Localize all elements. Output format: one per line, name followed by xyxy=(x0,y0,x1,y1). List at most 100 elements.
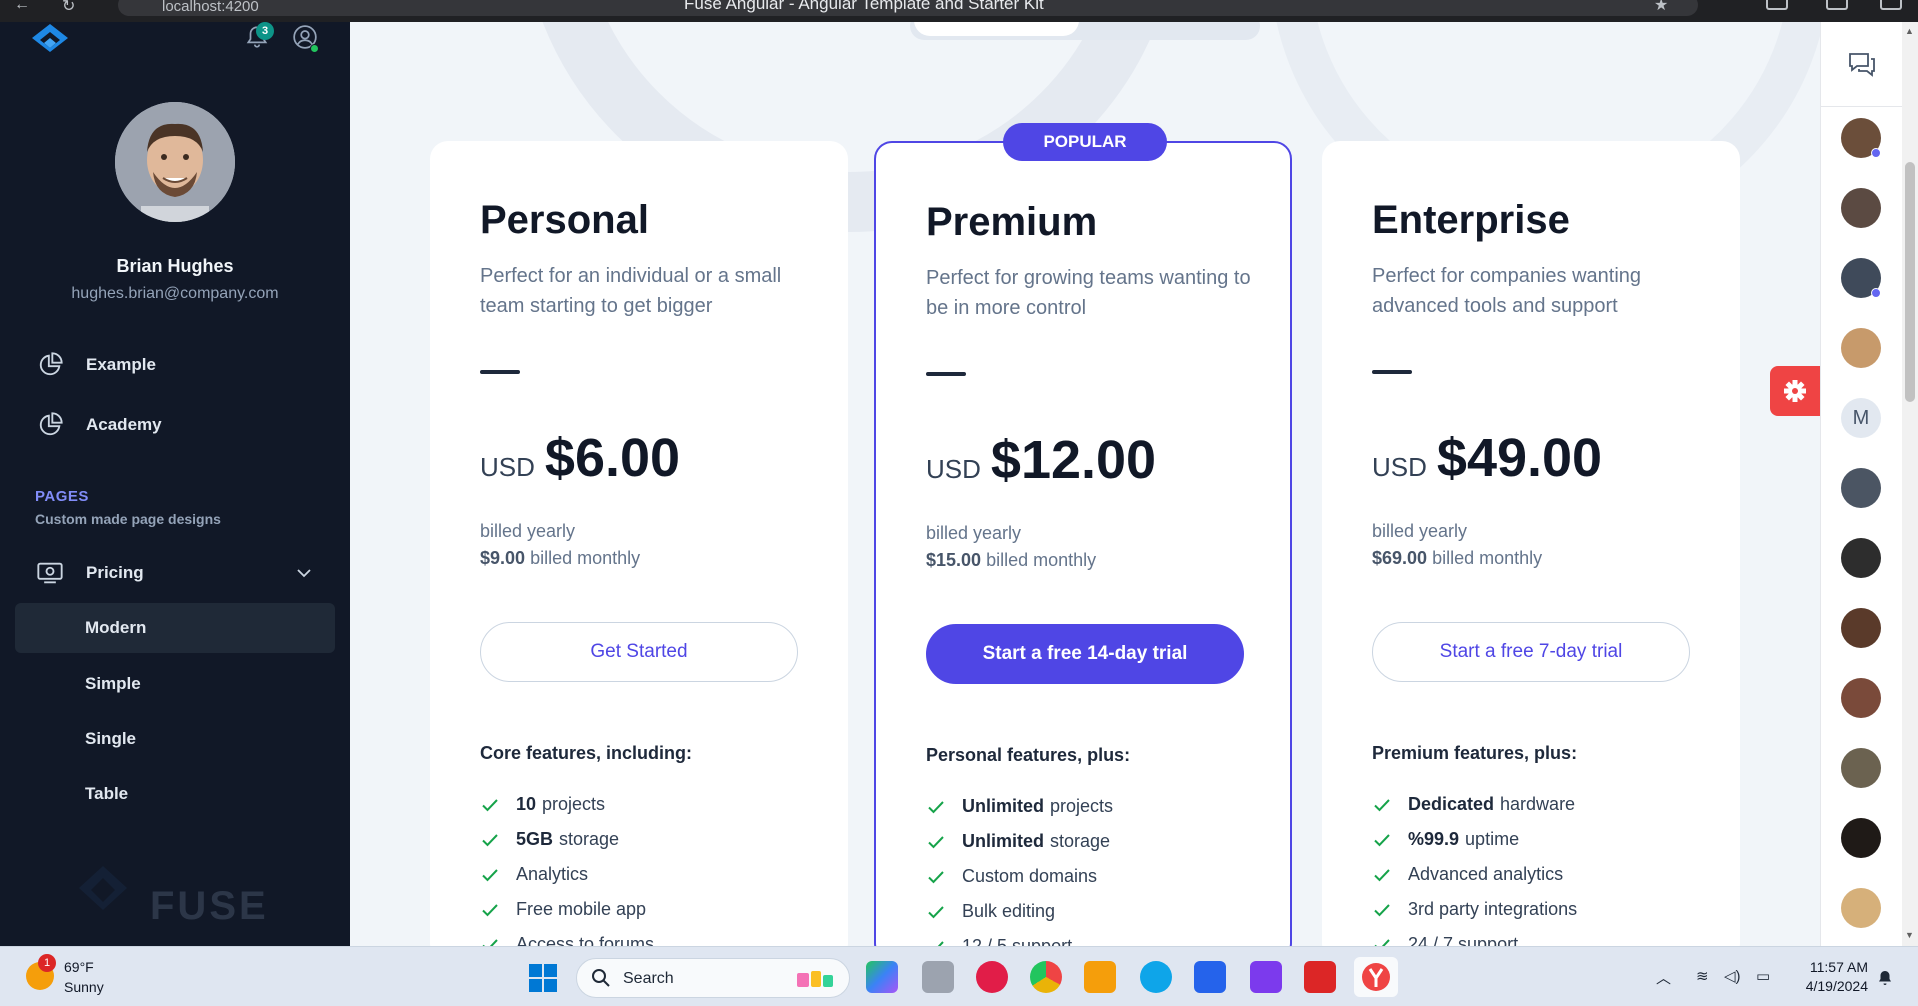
chat-bubble-icon[interactable] xyxy=(1847,50,1877,78)
tray-overflow-chevron-icon[interactable]: ︿ xyxy=(1656,967,1671,988)
bookmark-star-icon[interactable]: ★ xyxy=(1654,0,1668,15)
feature-text: 3rd party integrations xyxy=(1408,899,1578,919)
rail-divider xyxy=(1821,106,1903,107)
pinterest-app-icon[interactable] xyxy=(976,961,1008,993)
extension-icon[interactable] xyxy=(1766,0,1788,10)
divider xyxy=(926,372,966,376)
browser-toolbar: ← ↻ localhost:4200 Fuse Angular - Angula… xyxy=(0,0,1918,22)
feature-item: Unlimited projects xyxy=(926,789,1113,824)
nav-item-pricing[interactable]: Pricing xyxy=(24,549,334,597)
contact-avatar[interactable] xyxy=(1841,748,1881,788)
contact-avatar[interactable] xyxy=(1841,328,1881,368)
price-amount: $49.00 xyxy=(1436,428,1603,488)
features-title: Personal features, plus: xyxy=(926,745,1131,765)
file-explorer-icon[interactable] xyxy=(1084,961,1116,993)
divider xyxy=(480,370,520,374)
feature-text: Free mobile app xyxy=(516,899,647,919)
divider xyxy=(1372,370,1412,374)
page-scrollbar[interactable]: ▲ ▼ xyxy=(1902,22,1918,946)
pricing-main: Personal Perfect for an individual or a … xyxy=(350,22,1820,946)
price-amount: $12.00 xyxy=(990,430,1157,490)
battery-icon[interactable]: ▭ xyxy=(1756,967,1770,985)
wifi-icon[interactable]: ≋ xyxy=(1696,967,1709,985)
nav-item-academy[interactable]: Academy xyxy=(24,401,334,449)
feature-item: Analytics xyxy=(480,857,654,892)
check-icon xyxy=(1374,903,1390,916)
nav-item-label: Pricing xyxy=(86,563,144,582)
nav-item-label: Example xyxy=(86,355,156,374)
weather-temperature[interactable]: 69°F xyxy=(64,959,94,975)
back-icon[interactable]: ← xyxy=(14,0,30,14)
yandex-browser-app-icon[interactable] xyxy=(1354,957,1398,997)
sidebar: 3 Brian Hughes hughes.brian@company.com … xyxy=(0,22,350,946)
feature-text: Advanced analytics xyxy=(1408,864,1564,884)
nav-item-example[interactable]: Example xyxy=(24,341,334,389)
feature-text: projects xyxy=(542,794,606,814)
fuse-logo-icon[interactable] xyxy=(30,22,70,58)
contact-avatar[interactable] xyxy=(1841,608,1881,648)
billing-period-toggle[interactable] xyxy=(910,22,1260,40)
check-icon xyxy=(482,868,498,881)
billing-period-toggle-selected[interactable] xyxy=(914,22,1079,36)
feature-item: %99.9 uptime xyxy=(1372,822,1577,857)
notification-count-badge: 3 xyxy=(256,22,274,40)
feature-text: projects xyxy=(1050,796,1114,816)
reload-icon[interactable]: ↻ xyxy=(62,0,75,16)
weather-condition[interactable]: Sunny xyxy=(64,979,104,995)
contact-avatar[interactable] xyxy=(1841,188,1881,228)
feature-item: Free mobile app xyxy=(480,892,654,927)
notification-center-icon[interactable] xyxy=(1876,969,1894,987)
chat-toolbar-icon[interactable] xyxy=(1826,0,1848,10)
contact-initial-avatar[interactable]: M xyxy=(1841,398,1881,438)
check-icon xyxy=(482,903,498,916)
contact-avatar[interactable] xyxy=(1841,888,1881,928)
settings-button[interactable] xyxy=(1770,366,1820,416)
scrollbar-thumb[interactable] xyxy=(1905,162,1915,402)
windows-start-icon[interactable] xyxy=(528,963,558,993)
feature-item: Dedicated hardware xyxy=(1372,787,1577,822)
copilot-app-icon[interactable] xyxy=(866,961,898,993)
unread-dot xyxy=(1871,288,1881,298)
feature-item: 10 projects xyxy=(480,787,654,822)
scroll-up-icon[interactable]: ▲ xyxy=(1905,26,1914,36)
search-highlight-icon xyxy=(797,971,833,987)
check-icon xyxy=(482,798,498,811)
monthly-price: $69.00 xyxy=(1372,548,1428,568)
check-icon xyxy=(928,800,944,813)
sidebar-item-single[interactable]: Single xyxy=(15,714,335,764)
start-7-day-trial-button[interactable]: Start a free 7-day trial xyxy=(1372,622,1690,682)
contact-avatar[interactable] xyxy=(1841,818,1881,858)
monthly-price: $15.00 xyxy=(926,550,982,570)
clock-time[interactable]: 11:57 AM xyxy=(1798,959,1868,975)
sidebar-item-simple[interactable]: Simple xyxy=(15,659,335,709)
get-started-button[interactable]: Get Started xyxy=(480,622,798,682)
browser-tab-title: Fuse Angular - Angular Template and Star… xyxy=(684,0,1044,13)
visual-studio-app-icon[interactable] xyxy=(1250,961,1282,993)
feature-list: 10 projects 5GB storage Analytics Free mob… xyxy=(480,787,654,946)
sidebar-item-table[interactable]: Table xyxy=(15,769,335,819)
vscode-app-icon[interactable] xyxy=(1194,961,1226,993)
angular-app-icon[interactable] xyxy=(1304,961,1336,993)
weather-badge: 1 xyxy=(38,954,56,972)
clock-date[interactable]: 4/19/2024 xyxy=(1792,978,1868,994)
contact-avatar[interactable] xyxy=(1841,538,1881,578)
monthly-price-line: $15.00 billed monthly xyxy=(926,550,1096,571)
contact-avatar[interactable] xyxy=(1841,678,1881,718)
user-name: Brian Hughes xyxy=(116,256,234,276)
chevron-down-icon[interactable] xyxy=(296,567,312,579)
feature-bold: %99.9 xyxy=(1408,829,1460,849)
sidebar-item-modern[interactable]: Modern xyxy=(15,603,335,653)
scroll-down-icon[interactable]: ▼ xyxy=(1905,930,1914,940)
download-icon[interactable] xyxy=(1880,0,1902,10)
volume-icon[interactable]: ◁) xyxy=(1724,967,1741,985)
task-view-icon[interactable] xyxy=(922,961,954,993)
chrome-app-icon[interactable] xyxy=(1030,961,1062,993)
plan-description: Perfect for companies wanting advanced t… xyxy=(1372,265,1642,317)
taskbar-search[interactable]: Search xyxy=(576,958,850,998)
feature-item: Advanced analytics xyxy=(1372,857,1577,892)
contact-avatar[interactable] xyxy=(1841,468,1881,508)
telegram-app-icon[interactable] xyxy=(1140,961,1172,993)
feature-text: hardware xyxy=(1500,794,1576,814)
feature-text: storage xyxy=(1050,831,1111,851)
start-14-day-trial-button[interactable]: Start a free 14-day trial xyxy=(926,624,1244,684)
